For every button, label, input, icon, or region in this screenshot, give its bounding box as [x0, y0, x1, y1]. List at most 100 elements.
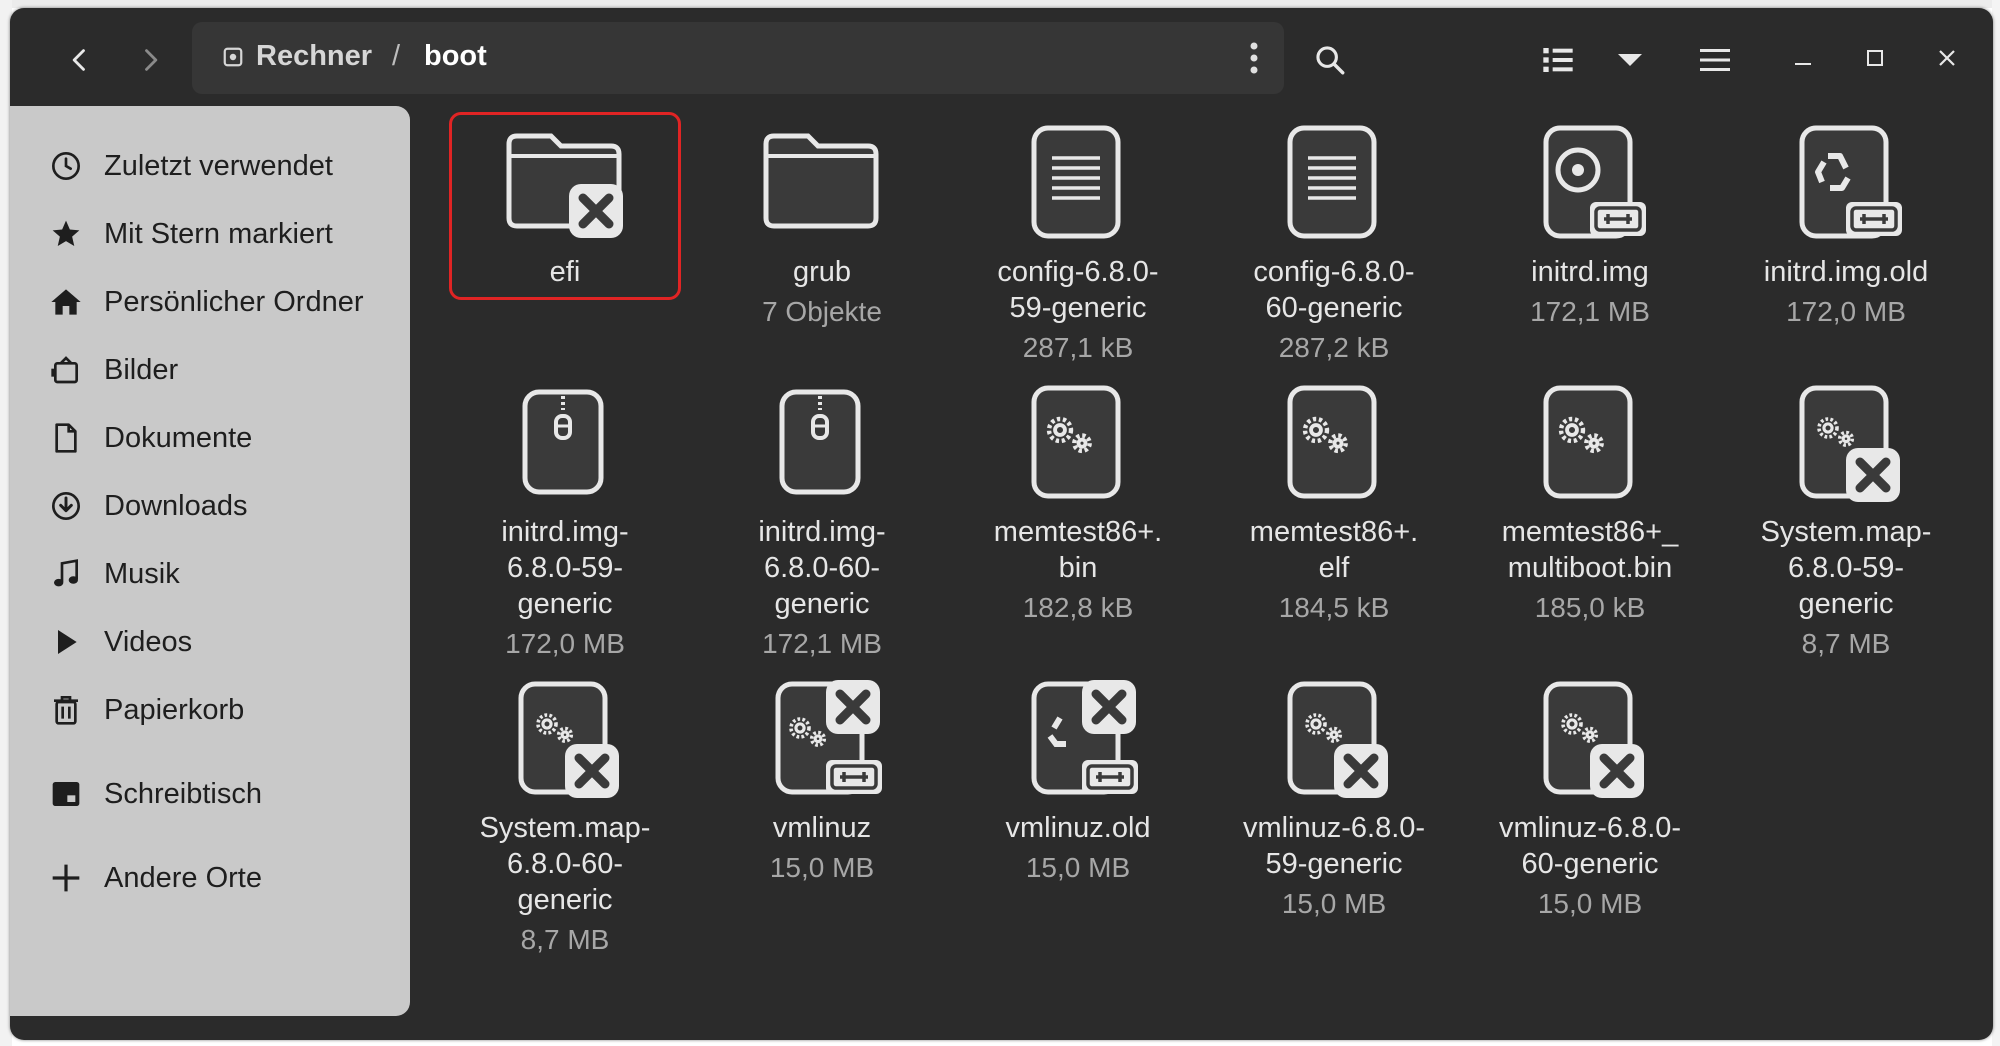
sidebar-item-starred[interactable]: Mit Stern markiert — [48, 209, 333, 259]
path-segment-boot[interactable]: boot — [424, 40, 487, 73]
forward-button[interactable] — [120, 30, 180, 90]
zip-archive-icon — [694, 382, 950, 502]
maximize-button[interactable] — [1855, 38, 1895, 78]
sidebar-item-documents[interactable]: Dokumente — [48, 413, 252, 463]
file-name: initrd.img- 6.8.0-60- generic — [758, 516, 886, 620]
document-icon — [48, 420, 84, 456]
caret-down-icon — [1618, 54, 1642, 66]
file-name: grub — [792, 256, 852, 288]
executable-icon — [1462, 382, 1718, 502]
kebab-menu-icon — [1250, 42, 1258, 74]
sidebar-item-label: Persönlicher Ordner — [104, 285, 364, 318]
path-segment-rechner[interactable]: Rechner — [256, 40, 372, 73]
close-button[interactable] — [1927, 38, 1967, 78]
sidebar-item-label: Downloads — [104, 489, 248, 522]
file-name: System.map- 6.8.0-60- generic — [479, 812, 651, 916]
desktop-icon — [48, 776, 84, 812]
executable-icon — [950, 382, 1206, 502]
sidebar-item-label: Videos — [104, 625, 193, 658]
file-size: 8,7 MB — [1801, 628, 1891, 659]
executable-broken-icon — [1462, 678, 1718, 798]
background-right-edge — [1992, 0, 2000, 1046]
search-button[interactable] — [1300, 30, 1360, 90]
chevron-left-icon — [72, 49, 85, 71]
file-size: 7 Objekte — [762, 296, 882, 327]
sidebar-item-label: Musik — [104, 557, 180, 590]
path-menu-button[interactable] — [1242, 36, 1266, 80]
sidebar-item-label: Bilder — [104, 353, 179, 386]
text-file-icon — [1206, 122, 1462, 242]
sidebar: Zuletzt verwendet Mit Stern markiert Per… — [10, 106, 410, 1016]
file-size: 15,0 MB — [1537, 888, 1643, 919]
drive-icon — [223, 47, 243, 67]
sidebar-item-videos[interactable]: Videos — [48, 617, 192, 667]
chevron-right-icon — [145, 49, 158, 71]
path-separator: / — [392, 40, 401, 72]
executable-icon — [1206, 382, 1462, 502]
sidebar-item-pictures[interactable]: Bilder — [48, 345, 178, 395]
sidebar-item-desktop[interactable]: Schreibtisch — [48, 769, 262, 819]
recycle-link-icon — [1718, 122, 1974, 242]
file-size: 15,0 MB — [1025, 852, 1131, 883]
file-name: initrd.img- 6.8.0-59- generic — [501, 516, 629, 620]
home-icon — [48, 284, 84, 320]
sidebar-item-downloads[interactable]: Downloads — [48, 481, 247, 531]
sidebar-item-trash[interactable]: Papierkorb — [48, 685, 244, 735]
file-name: vmlinuz.old — [1005, 812, 1151, 844]
clock-icon — [48, 148, 84, 184]
star-icon — [48, 216, 84, 252]
file-name: System.map- 6.8.0-59- generic — [1760, 516, 1932, 620]
file-name: vmlinuz-6.8.0- 59-generic — [1242, 812, 1426, 880]
minimize-button[interactable] — [1783, 38, 1823, 78]
file-size: 287,1 kB — [1022, 332, 1134, 363]
file-size: 287,2 kB — [1278, 332, 1390, 363]
executable-broken-link-icon — [694, 678, 950, 798]
file-size: 172,0 MB — [1786, 296, 1906, 327]
executable-broken-icon — [1206, 678, 1462, 798]
file-name: config-6.8.0- 59-generic — [997, 256, 1159, 324]
file-size: 185,0 kB — [1534, 592, 1646, 623]
sidebar-item-label: Schreibtisch — [104, 777, 262, 810]
search-icon — [1316, 46, 1345, 75]
minimize-icon — [1795, 63, 1811, 65]
executable-broken-icon — [1718, 382, 1974, 502]
sidebar-item-label: Papierkorb — [104, 693, 245, 726]
trash-icon — [48, 692, 84, 728]
background-window-edge — [0, 0, 2000, 8]
hamburger-menu-icon — [1700, 49, 1730, 71]
file-manager-window: Rechner / boot Zuletzt verwendet Mit Ste… — [10, 8, 1993, 1040]
view-options-button[interactable] — [1600, 30, 1660, 90]
selection-highlight — [449, 112, 681, 300]
path-bar[interactable]: Rechner / boot — [192, 22, 1284, 94]
list-view-icon — [1543, 48, 1573, 72]
pictures-icon — [48, 352, 84, 388]
sidebar-item-label: Mit Stern markiert — [104, 217, 333, 250]
list-view-button[interactable] — [1528, 30, 1588, 90]
file-name: memtest86+. bin — [993, 516, 1163, 584]
sidebar-item-other-locations[interactable]: Andere Orte — [48, 853, 262, 903]
file-size: 172,1 MB — [762, 628, 882, 659]
download-icon — [48, 488, 84, 524]
maximize-icon — [1867, 50, 1883, 66]
file-name: memtest86+. elf — [1249, 516, 1419, 584]
header-bar: Rechner / boot — [10, 8, 1993, 104]
main-menu-button[interactable] — [1685, 30, 1745, 90]
folder-icon — [694, 122, 950, 242]
file-size: 172,1 MB — [1530, 296, 1650, 327]
plus-icon — [48, 860, 84, 896]
text-file-icon — [950, 122, 1206, 242]
file-name: config-6.8.0- 60-generic — [1253, 256, 1415, 324]
sidebar-item-music[interactable]: Musik — [48, 549, 180, 599]
file-size: 15,0 MB — [1281, 888, 1387, 919]
file-size: 172,0 MB — [505, 628, 625, 659]
file-name: memtest86+_ multiboot.bin — [1501, 516, 1679, 584]
sidebar-item-label: Andere Orte — [104, 861, 262, 894]
play-icon — [48, 624, 84, 660]
file-name: initrd.img — [1531, 256, 1649, 288]
back-button[interactable] — [50, 30, 110, 90]
sidebar-item-home[interactable]: Persönlicher Ordner — [48, 277, 364, 327]
sidebar-item-recent[interactable]: Zuletzt verwendet — [48, 141, 333, 191]
file-name: vmlinuz-6.8.0- 60-generic — [1498, 812, 1682, 880]
file-size: 15,0 MB — [769, 852, 875, 883]
sidebar-item-label: Zuletzt verwendet — [104, 149, 333, 182]
